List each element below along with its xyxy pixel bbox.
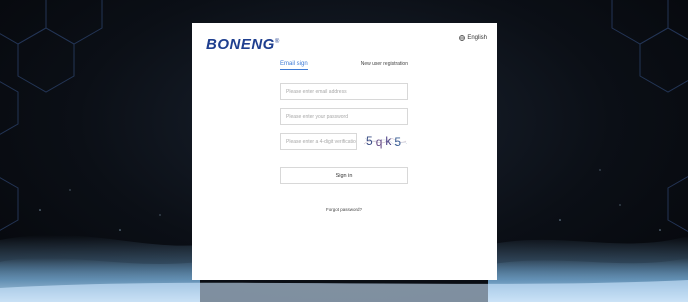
language-switcher[interactable]: English bbox=[459, 35, 487, 41]
boneng-logo: BONENG® bbox=[206, 36, 280, 53]
email-field[interactable] bbox=[280, 83, 408, 100]
password-field[interactable] bbox=[280, 108, 408, 125]
sign-in-button[interactable]: Sign in bbox=[280, 167, 408, 184]
captcha-char: k bbox=[385, 134, 394, 148]
captcha-input[interactable] bbox=[280, 133, 357, 150]
login-tabs: Email sign New user registration bbox=[280, 61, 408, 73]
globe-icon bbox=[459, 35, 466, 41]
captcha-image[interactable]: 5qk5 bbox=[362, 132, 408, 151]
captcha-char: 5 bbox=[394, 135, 404, 149]
captcha-char: 5 bbox=[366, 134, 376, 148]
captcha-char: q bbox=[376, 135, 386, 149]
login-card: BONENG® English Email sign New user regi… bbox=[192, 23, 497, 280]
forgot-password-link[interactable]: Forgot password? bbox=[280, 207, 408, 212]
tab-email-sign[interactable]: Email sign bbox=[280, 61, 308, 70]
svg-text:5qk5: 5qk5 bbox=[366, 134, 404, 149]
language-label: English bbox=[467, 35, 487, 41]
tab-new-user-registration[interactable]: New user registration bbox=[361, 61, 408, 67]
